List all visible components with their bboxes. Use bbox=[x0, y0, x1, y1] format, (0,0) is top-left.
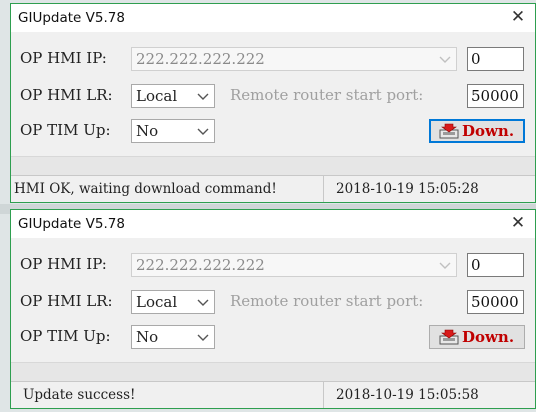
close-icon[interactable]: ✕ bbox=[507, 6, 529, 28]
op-tim-up-label: OP TIM Up: bbox=[20, 327, 111, 345]
giupdate-window-bottom: GIUpdate V5.78 ✕ OP HMI IP: 222.222.222.… bbox=[10, 209, 536, 409]
op-tim-up-label: OP TIM Up: bbox=[20, 121, 111, 139]
ip-index-field[interactable]: 0 bbox=[467, 253, 524, 277]
status-message: Update success! bbox=[23, 387, 136, 403]
ip-index-field[interactable]: 0 bbox=[467, 47, 524, 71]
lr-value: Local bbox=[136, 87, 178, 105]
ip-value: 222.222.222.222 bbox=[136, 256, 265, 274]
router-port-field[interactable]: 50000 bbox=[467, 84, 524, 108]
download-button[interactable]: Down. bbox=[429, 325, 525, 349]
progress-area bbox=[11, 362, 535, 382]
status-message: HMI OK, waiting download command! bbox=[14, 181, 277, 197]
op-hmi-ip-label: OP HMI IP: bbox=[20, 255, 107, 273]
download-label: Down. bbox=[462, 328, 515, 346]
tim-dropdown[interactable]: No bbox=[131, 325, 215, 349]
status-datetime: 2018-10-19 15:05:28 bbox=[336, 181, 479, 197]
op-hmi-lr-label: OP HMI LR: bbox=[20, 292, 113, 310]
title-bar[interactable]: GIUpdate V5.78 ✕ bbox=[11, 4, 535, 32]
download-icon bbox=[439, 123, 459, 139]
giupdate-window-top: GIUpdate V5.78 ✕ OP HMI IP: 222.222.222.… bbox=[10, 3, 536, 203]
router-port-field[interactable]: 50000 bbox=[467, 290, 524, 314]
status-bar: Update success! 2018-10-19 15:05:58 bbox=[11, 381, 535, 408]
tim-value: No bbox=[136, 328, 159, 346]
remote-router-port-label: Remote router start port: bbox=[230, 292, 424, 310]
lr-value: Local bbox=[136, 293, 178, 311]
ip-index-value: 0 bbox=[471, 256, 481, 274]
router-port-value: 50000 bbox=[471, 293, 519, 311]
status-panel-message: Update success! bbox=[11, 382, 324, 408]
ip-combobox: 222.222.222.222 bbox=[131, 47, 457, 71]
status-bar: HMI OK, waiting download command! 2018-1… bbox=[11, 175, 535, 202]
chevron-down-icon bbox=[439, 56, 451, 63]
close-icon[interactable]: ✕ bbox=[507, 212, 529, 234]
title-bar[interactable]: GIUpdate V5.78 ✕ bbox=[11, 210, 535, 238]
window-title: GIUpdate V5.78 bbox=[18, 10, 125, 26]
ip-combobox: 222.222.222.222 bbox=[131, 253, 457, 277]
tim-dropdown[interactable]: No bbox=[131, 119, 215, 143]
ip-index-value: 0 bbox=[471, 50, 481, 68]
progress-area bbox=[11, 156, 535, 176]
status-datetime: 2018-10-19 15:05:58 bbox=[336, 387, 479, 403]
lr-dropdown[interactable]: Local bbox=[131, 84, 215, 108]
op-hmi-lr-label: OP HMI LR: bbox=[20, 86, 113, 104]
chevron-down-icon[interactable] bbox=[196, 326, 210, 348]
download-label: Down. bbox=[462, 122, 515, 140]
remote-router-port-label: Remote router start port: bbox=[230, 86, 424, 104]
download-button[interactable]: Down. bbox=[429, 119, 525, 143]
tim-value: No bbox=[136, 122, 159, 140]
client-area: OP HMI IP: 222.222.222.222 0 OP HMI LR: … bbox=[11, 238, 535, 408]
lr-dropdown[interactable]: Local bbox=[131, 290, 215, 314]
ip-value: 222.222.222.222 bbox=[136, 50, 265, 68]
chevron-down-icon[interactable] bbox=[196, 120, 210, 142]
client-area: OP HMI IP: 222.222.222.222 0 OP HMI LR: … bbox=[11, 32, 535, 202]
download-icon bbox=[439, 329, 459, 345]
window-title: GIUpdate V5.78 bbox=[18, 216, 125, 232]
router-port-value: 50000 bbox=[471, 87, 519, 105]
status-panel-message: HMI OK, waiting download command! bbox=[11, 176, 324, 202]
chevron-down-icon[interactable] bbox=[196, 291, 210, 313]
chevron-down-icon bbox=[439, 262, 451, 269]
chevron-down-icon[interactable] bbox=[196, 85, 210, 107]
op-hmi-ip-label: OP HMI IP: bbox=[20, 49, 107, 67]
